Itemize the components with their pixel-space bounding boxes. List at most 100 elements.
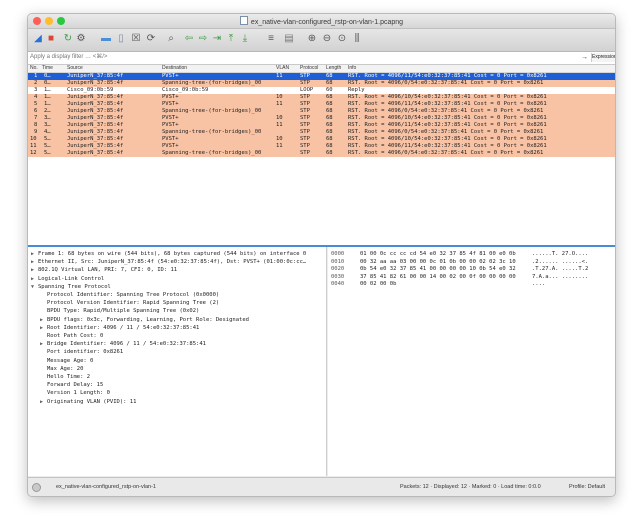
packet-row[interactable]: 6 2… JuniperN_37:85:4f Spanning-tree-(for-b… <box>28 108 615 115</box>
packet-row[interactable]: 4 1… JuniperN_37:85:4f PVST+ 10 STP 68 RST. Roo… <box>28 94 615 101</box>
column-header[interactable]: Protocol <box>300 65 318 72</box>
expand-triangle-icon[interactable]: ▶ <box>40 399 47 406</box>
detail-row[interactable]: ▶ Frame 1: 68 bytes on wire (544 bits), 6… <box>31 251 306 258</box>
reload-icon[interactable]: ⟳ <box>145 33 157 45</box>
apply-filter-arrow[interactable]: → <box>581 52 588 63</box>
packet-details-pane[interactable]: ▶ Frame 1: 68 bytes on wire (544 bits), 6… <box>28 247 327 476</box>
expert-info-icon[interactable] <box>32 483 41 492</box>
forward-icon[interactable]: ⇨ <box>197 33 209 45</box>
expand-triangle-icon[interactable]: ▶ <box>40 317 47 324</box>
detail-row[interactable]: ▶ BPDU flags: 0x3c, Forwarding, Learning,… <box>40 317 249 324</box>
detail-text: Max Age: 20 <box>47 365 84 372</box>
packet-cell-len: 68 <box>326 108 333 114</box>
title-bar: ex_native-vlan-configured_rstp-on-vlan-1… <box>28 14 615 29</box>
packet-row[interactable]: 7 3… JuniperN_37:85:4f PVST+ 10 STP 68 RST. Roo… <box>28 115 615 122</box>
detail-row[interactable]: ▶ Ethernet II, Src: JuniperN_37:85:4f (54… <box>31 259 306 266</box>
go-to-packet-icon[interactable]: ⇥ <box>211 33 223 45</box>
packet-cell-proto: LOOP <box>300 87 314 93</box>
packet-row[interactable]: 9 4… JuniperN_37:85:4f Spanning-tree-(for-b… <box>28 129 615 136</box>
expand-triangle-icon[interactable]: ▶ <box>31 251 38 258</box>
column-header[interactable]: Length <box>326 65 341 72</box>
expand-triangle-icon[interactable]: ▶ <box>31 267 38 274</box>
first-packet-icon[interactable]: ⤒ <box>225 33 237 45</box>
detail-row[interactable]: ▶ 802.1Q Virtual LAN, PRI: 7, CFI: 0, ID:… <box>31 267 177 274</box>
packet-row[interactable]: 12 5… JuniperN_37:85:4f Spanning-tree-(for-… <box>28 150 615 157</box>
detail-row[interactable]: ▶ Originating VLAN (PVID): 11 <box>40 399 136 406</box>
column-header[interactable]: Destination <box>162 65 187 72</box>
expand-triangle-icon[interactable]: ▶ <box>31 259 38 266</box>
zoom-out-icon[interactable]: ⊖ <box>321 33 333 45</box>
expand-triangle-icon[interactable]: ▶ <box>40 341 47 348</box>
packet-row[interactable]: 11 5… JuniperN_37:85:4f PVST+ 11 STP 68 RST. Ro… <box>28 143 615 150</box>
detail-row[interactable]: Forward Delay: 15 <box>40 382 103 389</box>
normal-size-icon[interactable]: ⊙ <box>336 33 348 45</box>
bytes-hex: 37 85 41 82 61 00 00 14 00 02 00 0f 00 0… <box>360 273 516 280</box>
packet-row[interactable]: 8 3… JuniperN_37:85:4f PVST+ 11 STP 68 RST. Roo… <box>28 122 615 129</box>
detail-row[interactable]: Max Age: 20 <box>40 366 83 373</box>
expand-triangle-icon[interactable]: ▶ <box>40 325 47 332</box>
packet-bytes-pane[interactable]: 0000 01 00 0c cc cc cd 54 e0 32 37 85 4f … <box>328 247 615 476</box>
packet-cell-info: RST. Root = 4096/11/54:e0:32:37:85:41 Co… <box>348 122 547 128</box>
packet-list[interactable]: No. Time Source Destination VLAN Protocol Leng… <box>28 65 615 245</box>
stop-icon[interactable]: ■ <box>45 33 57 45</box>
expression-button[interactable]: Expression… <box>591 53 615 62</box>
detail-row[interactable]: Protocol Version Identifier: Rapid Spann… <box>40 300 219 307</box>
status-profile[interactable]: Profile: Default <box>569 484 605 491</box>
detail-row[interactable]: ▼ Spanning Tree Protocol <box>31 284 111 291</box>
packet-cell-no: 6 <box>34 108 38 114</box>
column-header[interactable]: Time <box>42 65 53 72</box>
column-header[interactable]: Info <box>348 65 356 72</box>
autoscroll-icon[interactable]: ≡ <box>265 33 277 45</box>
last-packet-icon[interactable]: ⤓ <box>239 33 251 45</box>
file-icon[interactable]: ▯ <box>115 33 127 45</box>
bytes-hex: 0b 54 e0 32 37 85 41 00 00 00 00 10 0b 5… <box>360 266 516 272</box>
detail-row[interactable]: ▶ Logical-Link Control <box>31 276 104 283</box>
colorize-icon[interactable]: ▤ <box>283 33 295 45</box>
shark-fin-icon[interactable]: ◢ <box>32 33 44 45</box>
packet-cell-info: RST. Root = 4096/10/54:e0:32:37:85:41 Co… <box>348 136 547 142</box>
expand-triangle-icon[interactable]: ▶ <box>31 276 38 283</box>
packet-cell-time: 0… <box>44 80 51 86</box>
detail-row[interactable]: BPDU Type: Rapid/Multiple Spanning Tree … <box>40 308 199 315</box>
detail-row[interactable]: ▶ Bridge Identifier: 4096 / 11 / 54:e0:32… <box>40 341 206 348</box>
bytes-ascii: 7.A.a... ........ <box>532 273 589 280</box>
packet-cell-time: 1… <box>44 94 51 100</box>
packet-cell-src: JuniperN_37:85:4f <box>67 94 124 100</box>
detail-row[interactable]: Protocol Identifier: Spanning Tree Proto… <box>40 292 219 299</box>
display-filter-input[interactable]: Apply a display filter … <⌘/> <box>30 53 580 62</box>
column-header[interactable]: Source <box>67 65 83 72</box>
bytes-ascii: .2...... ......<. <box>532 258 589 265</box>
packet-row[interactable]: 5 1… JuniperN_37:85:4f PVST+ 11 STP 68 RST. Roo… <box>28 101 615 108</box>
packet-cell-src: JuniperN_37:85:4f <box>67 80 124 86</box>
detail-text: Logical-Link Control <box>38 275 105 282</box>
column-header[interactable]: No. <box>30 65 38 72</box>
resize-columns-icon[interactable]: ⫼ <box>351 33 363 45</box>
detail-row[interactable]: ▶ Root Identifier: 4096 / 11 / 54:e0:32:3… <box>40 325 199 332</box>
detail-text: 802.1Q Virtual LAN, PRI: 7, CFI: 0, ID: … <box>38 267 178 274</box>
packet-row[interactable]: 10 5… JuniperN_37:85:4f PVST+ 10 STP 68 RST. Ro… <box>28 136 615 143</box>
zoom-in-icon[interactable]: ⊕ <box>306 33 318 45</box>
close-file-icon[interactable]: ☒ <box>130 33 142 45</box>
detail-text: Originating VLAN (PVID): 11 <box>47 398 137 405</box>
column-header[interactable]: VLAN <box>276 65 289 72</box>
detail-row[interactable]: Message Age: 0 <box>40 358 93 365</box>
packet-cell-time: 3… <box>44 115 51 121</box>
packet-row[interactable]: 1 0… JuniperN_37:85:4f PVST+ 11 STP 68 RST. Roo… <box>28 73 615 80</box>
open-icon[interactable]: ▬ <box>100 33 112 45</box>
collapse-triangle-icon[interactable]: ▼ <box>31 284 38 291</box>
back-icon[interactable]: ⇦ <box>183 33 195 45</box>
detail-row[interactable]: Root Path Cost: 0 <box>40 333 103 340</box>
restart-icon[interactable]: ↻ <box>62 33 74 45</box>
detail-row[interactable]: Port identifier: 0x8261 <box>40 349 123 356</box>
detail-row[interactable]: Hello Time: 2 <box>40 374 90 381</box>
packet-cell-dst: PVST+ <box>162 115 179 121</box>
display-filter-bar: Apply a display filter … <⌘/> → Expressi… <box>28 52 615 65</box>
detail-row[interactable]: Version 1 Length: 0 <box>40 390 110 397</box>
packet-row[interactable]: 2 0… JuniperN_37:85:4f Spanning-tree-(for-b… <box>28 80 615 87</box>
packet-cell-time: 1… <box>44 87 51 93</box>
detail-text: Forward Delay: 15 <box>47 382 104 389</box>
packet-row[interactable]: 3 1… Cisco_09:0b:59 Cisco_09:0b:59 LOOP 60 Rep… <box>28 87 615 94</box>
packet-cell-src: JuniperN_37:85:4f <box>67 73 124 79</box>
options-icon[interactable]: ⚙ <box>75 33 87 45</box>
find-icon[interactable]: ⌕ <box>165 33 177 45</box>
